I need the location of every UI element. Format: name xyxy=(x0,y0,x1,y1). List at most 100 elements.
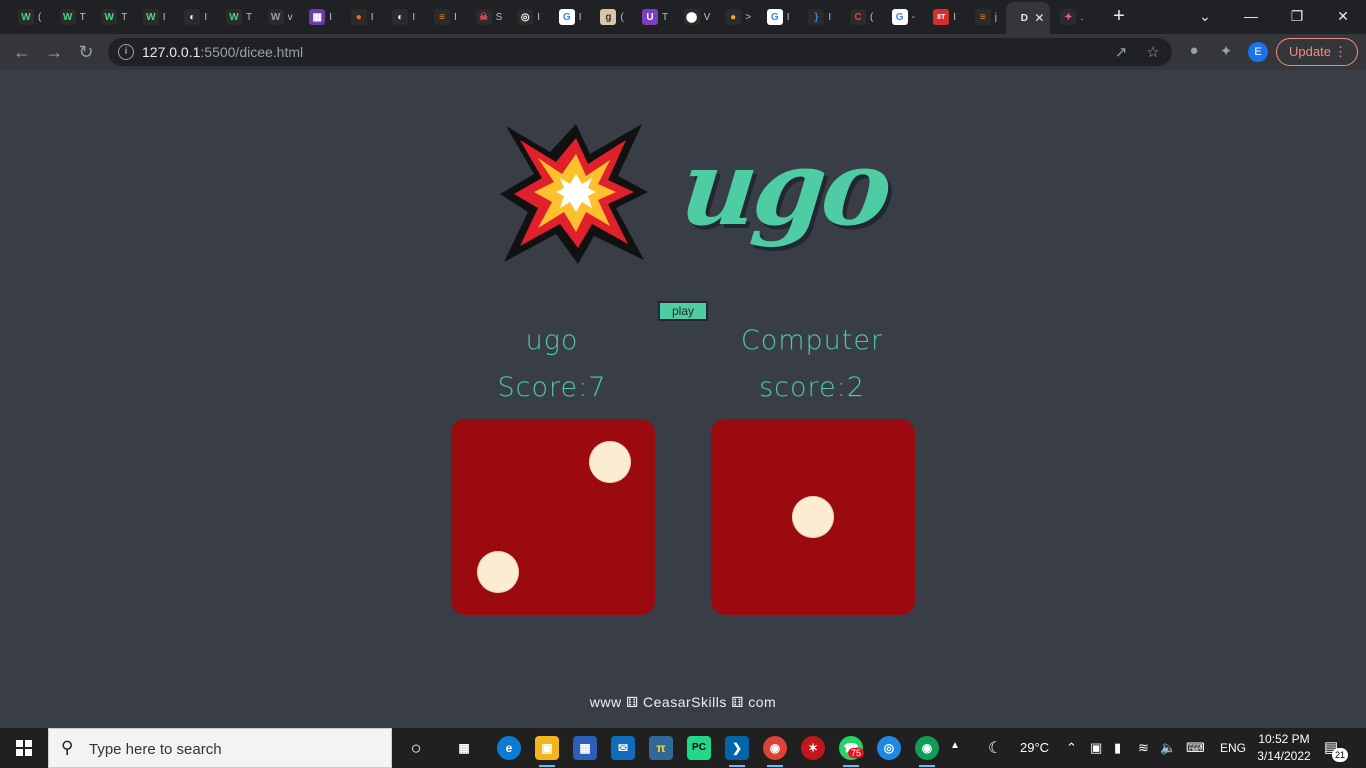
dice-pip xyxy=(792,496,834,538)
browser-tab[interactable]: ◐ I xyxy=(174,4,216,30)
reload-icon[interactable]: ↻ xyxy=(74,40,98,64)
browser-tab[interactable]: W( xyxy=(8,4,50,30)
chrome-profile-icon[interactable]: ◉ xyxy=(915,736,939,767)
restore-button[interactable]: ❐ xyxy=(1274,4,1320,28)
wifi-icon[interactable]: ≋ xyxy=(1138,740,1149,756)
browser-tab[interactable]: ⬤ V xyxy=(674,4,716,30)
extension-icon[interactable]: ● xyxy=(1184,42,1204,59)
tab-favicon-icon: ≡ xyxy=(974,9,991,25)
address-bar[interactable]: i 127.0.0.1:5500/dicee.html ↗ ☆ xyxy=(108,38,1172,66)
browser-tab[interactable]: g( xyxy=(590,4,632,30)
meet-now-icon[interactable]: ▣ xyxy=(1090,740,1102,756)
browser-tab[interactable]: Wv xyxy=(258,4,300,30)
task-view-icon[interactable]: ▦ xyxy=(452,736,476,760)
play-button[interactable]: play xyxy=(658,301,708,321)
globe-app-icon[interactable]: ◎ xyxy=(877,736,901,760)
browser-tab[interactable]: ▦ I xyxy=(299,4,341,30)
vscode-icon[interactable]: ❯ xyxy=(725,736,749,767)
edge-icon[interactable]: e xyxy=(497,736,521,760)
tab-title: I xyxy=(828,11,832,23)
browser-tab[interactable]: } I xyxy=(798,4,840,30)
mail-icon[interactable]: ✉ xyxy=(611,736,635,760)
tab-favicon-icon: ✦ xyxy=(1060,9,1077,25)
browser-tab[interactable]: WT xyxy=(50,4,92,30)
site-info-icon[interactable]: i xyxy=(118,44,134,60)
language-indicator[interactable]: ENG xyxy=(1220,741,1246,755)
clock[interactable]: 10:52 PM 3/14/2022 xyxy=(1256,731,1312,765)
tab-title: I xyxy=(412,11,416,23)
browser-tab[interactable]: D ✕ xyxy=(1006,2,1051,34)
weather-temp[interactable]: 29°C xyxy=(1020,740,1049,755)
tab-favicon-icon: G xyxy=(891,9,908,25)
bookmark-star-icon[interactable]: ☆ xyxy=(1144,43,1162,61)
close-window-button[interactable]: ✕ xyxy=(1320,4,1366,28)
browser-tab[interactable]: C( xyxy=(840,4,882,30)
profile-avatar[interactable]: E xyxy=(1248,42,1268,62)
taskbar-scroll-icon[interactable]: ▲ xyxy=(950,740,960,751)
close-tab-icon[interactable]: ✕ xyxy=(1034,11,1044,25)
player1-name: ugo xyxy=(525,325,579,356)
tab-search-icon[interactable]: ⌄ xyxy=(1182,4,1228,28)
tab-title: S xyxy=(495,11,503,23)
tab-title: I xyxy=(786,11,790,23)
browser-tab[interactable]: WI xyxy=(133,4,175,30)
tab-title: > xyxy=(745,11,752,23)
browser-tab[interactable]: ≡ I xyxy=(424,4,466,30)
forward-icon[interactable]: → xyxy=(42,40,66,64)
antivirus-icon[interactable]: ✶ xyxy=(801,736,825,760)
volume-icon[interactable]: 🔈 xyxy=(1160,740,1176,756)
browser-tab[interactable]: ● I xyxy=(341,4,383,30)
url-path: :5500/dicee.html xyxy=(200,44,304,60)
browser-tab[interactable]: WT xyxy=(91,4,133,30)
search-icon: ⚲ xyxy=(61,738,74,757)
extensions-puzzle-icon[interactable]: ✦ xyxy=(1216,42,1236,60)
browser-tab[interactable]: GI xyxy=(549,4,591,30)
back-icon[interactable]: ← xyxy=(10,40,34,64)
battery-icon[interactable]: ▮ xyxy=(1114,740,1121,756)
keyboard-icon[interactable]: ⌨ xyxy=(1186,740,1205,756)
update-button[interactable]: Update ⋮ xyxy=(1276,38,1358,66)
browser-tab[interactable]: ✦. xyxy=(1050,4,1092,30)
tab-title: I xyxy=(370,11,374,23)
new-tab-button[interactable]: + xyxy=(1108,5,1130,27)
browser-tab[interactable]: WT xyxy=(216,4,258,30)
tab-favicon-icon: G xyxy=(766,9,783,25)
browser-tab[interactable]: ≡ j xyxy=(965,4,1007,30)
browser-tab[interactable]: ☠ S xyxy=(466,4,508,30)
browser-tab[interactable]: GI xyxy=(757,4,799,30)
weather-moon-icon[interactable]: ☾ xyxy=(988,738,1002,758)
logo-title: ugo xyxy=(675,126,895,249)
tab-title: I xyxy=(578,11,582,23)
browser-tab[interactable]: IIT I xyxy=(923,4,965,30)
browser-tab[interactable]: ◎ I xyxy=(507,4,549,30)
minimize-button[interactable]: — xyxy=(1228,4,1274,28)
tab-favicon-icon: g xyxy=(600,9,617,25)
browser-tab[interactable]: UT xyxy=(632,4,674,30)
taskbar-search-box[interactable]: ⚲ Type here to search xyxy=(48,728,392,768)
python-icon[interactable]: π xyxy=(649,736,673,760)
browser-tab[interactable]: ◐ I xyxy=(382,4,424,30)
tab-favicon-icon: ● xyxy=(350,9,367,25)
windows-start-icon[interactable] xyxy=(16,740,32,756)
store-icon[interactable]: ▦ xyxy=(573,736,597,760)
url-text[interactable]: 127.0.0.1:5500/dicee.html xyxy=(142,44,303,60)
file-explorer-icon[interactable]: ▣ xyxy=(535,736,559,767)
whatsapp-badge: 75 xyxy=(848,748,865,758)
tab-favicon-icon: W xyxy=(267,9,284,25)
browser-tab[interactable]: G- xyxy=(882,4,924,30)
chrome-icon[interactable]: ◉ xyxy=(763,736,787,767)
tab-favicon-icon: ◐ xyxy=(184,9,201,25)
share-icon[interactable]: ↗ xyxy=(1112,43,1130,61)
tab-title: T xyxy=(662,11,669,23)
clock-time: 10:52 PM xyxy=(1258,732,1310,746)
tab-title: ( xyxy=(620,11,624,23)
cortana-icon[interactable]: ○ xyxy=(404,736,428,760)
tab-favicon-icon: ▦ xyxy=(309,9,326,25)
show-hidden-icons-icon[interactable]: ⌃ xyxy=(1066,740,1077,756)
tab-title: . xyxy=(1080,11,1084,23)
windows-taskbar: ⚲ Type here to search ○ ▦ e ▣ ▦ ✉ π PC ❯… xyxy=(0,728,1366,768)
tab-title: T xyxy=(246,11,253,23)
pycharm-icon[interactable]: PC xyxy=(687,736,711,760)
browser-tab[interactable]: ● > xyxy=(715,4,757,30)
tab-title: ( xyxy=(870,11,874,23)
